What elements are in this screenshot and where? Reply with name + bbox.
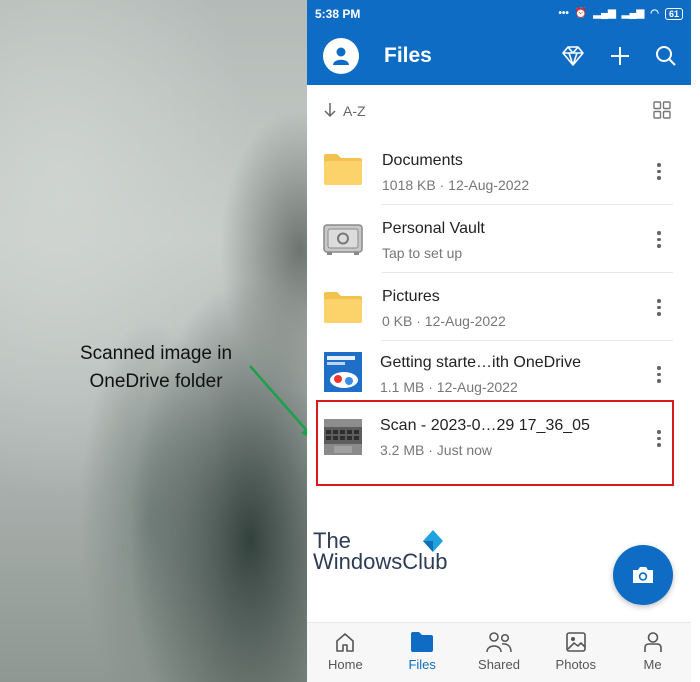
page-edge [691,0,700,682]
nav-item-shared[interactable]: Shared [461,623,538,682]
list-item-documents[interactable]: Documents 1018 KB · 12-Aug-2022 [307,137,691,205]
more-options-icon[interactable] [655,163,663,180]
file-meta: Tap to set up [382,245,463,261]
more-options-icon[interactable] [655,231,663,248]
folder-icon [323,289,363,325]
list-item-personal-vault[interactable]: Personal Vault Tap to set up [307,205,691,273]
sort-label[interactable]: A-Z [343,103,366,119]
status-bar: 5:38 PM ••• ⏰ ▂▄▆ ▂▄▆ ◠ 61 [307,0,691,27]
windowsclub-logo-icon [423,530,443,552]
dots-icon: ••• [558,8,569,19]
camera-icon [633,567,653,583]
watermark-line-2: WindowsClub [313,549,448,574]
battery-icon: 61 [664,7,683,20]
vault-icon [323,221,363,257]
people-icon [486,632,512,653]
nav-label: Me [643,657,662,672]
nav-label: Shared [478,657,520,672]
photo-icon [565,632,586,652]
person-icon [333,47,349,65]
status-icons: ••• ⏰ ▂▄▆ ▂▄▆ ◠ 61 [558,7,683,20]
grid-view-icon[interactable] [653,100,671,122]
more-options-icon[interactable] [655,366,663,383]
pdf-thumbnail [324,352,362,392]
home-icon [336,633,355,652]
signal-icon: ▂▄▆ [593,8,616,19]
alarm-icon: ⏰ [574,8,588,19]
camera-button[interactable] [613,545,673,605]
file-meta: 0 KB · 12-Aug-2022 [382,313,506,329]
sort-arrow-icon[interactable] [323,102,337,121]
nav-item-me[interactable]: Me [614,623,691,682]
file-name: Personal Vault [382,220,485,237]
nav-item-home[interactable]: Home [307,623,384,682]
file-name: Getting starte…ith OneDrive [380,354,581,371]
add-icon[interactable] [609,45,631,67]
more-options-icon[interactable] [655,299,663,316]
diamond-icon[interactable] [561,45,585,67]
file-name: Documents [382,152,463,169]
screenshot-canvas: Scanned image in OneDrive folder 5:38 PM… [0,0,700,682]
list-item-pictures[interactable]: Pictures 0 KB · 12-Aug-2022 [307,273,691,341]
signal-icon-2: ▂▄▆ [621,8,645,19]
page-title: Files [384,44,432,67]
nav-label: Home [328,657,363,672]
list-item-getting-started[interactable]: Getting starte…ith OneDrive 1.1 MB · 12-… [307,341,691,409]
status-time: 5:38 PM [315,6,361,21]
highlight-box [316,400,674,486]
nav-item-photos[interactable]: Photos [537,623,614,682]
folder-icon [323,151,363,187]
app-bar: Files [307,27,691,85]
nav-item-files[interactable]: Files [384,623,461,682]
search-icon[interactable] [655,45,677,67]
wifi-icon: ◠ [650,8,659,19]
bottom-nav: Home Files Shared Photos Me [307,622,691,682]
person-icon [643,632,662,652]
sort-row: A-Z [307,85,691,137]
nav-label: Files [408,657,436,672]
file-name: Pictures [382,288,440,305]
file-meta: 1.1 MB · 12-Aug-2022 [380,379,518,395]
folder-icon [411,632,434,652]
file-meta: 1018 KB · 12-Aug-2022 [382,177,530,193]
nav-label: Photos [555,657,597,672]
avatar[interactable] [323,38,359,74]
